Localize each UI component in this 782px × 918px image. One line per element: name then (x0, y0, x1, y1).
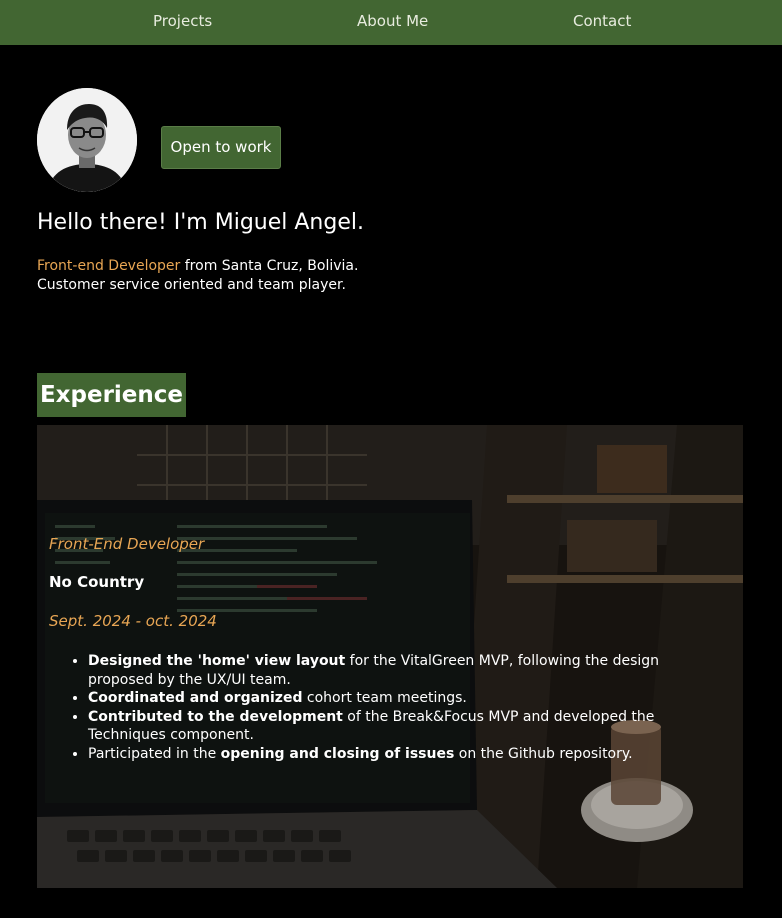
duty-pre: Participated in the (88, 745, 221, 762)
role-text: Front-end Developer (37, 258, 181, 274)
duty-bold: Designed the 'home' view layout (88, 653, 346, 669)
duties-list: Designed the 'home' view layout for the … (88, 652, 688, 763)
intro-text: Front-end Developer from Santa Cruz, Bol… (37, 257, 358, 295)
job-title: Front-End Developer (49, 535, 205, 553)
duty-bold: Coordinated and organized (88, 690, 303, 706)
experience-card: Front-End Developer No Country Sept. 202… (37, 425, 743, 888)
duty-item: Contributed to the development of the Br… (88, 708, 688, 745)
avatar (37, 88, 137, 192)
nav-link-contact[interactable]: Contact (573, 12, 631, 30)
duty-bold: opening and closing of issues (220, 745, 455, 762)
duty-item: Designed the 'home' view layout for the … (88, 652, 688, 689)
location-text: from Santa Cruz, Bolivia. (180, 258, 359, 274)
open-to-work-button[interactable]: Open to work (161, 126, 281, 169)
nav-link-about-me[interactable]: About Me (357, 12, 428, 30)
top-nav: Projects About Me Contact (0, 0, 782, 45)
tagline-text: Customer service oriented and team playe… (37, 277, 346, 293)
job-dates: Sept. 2024 - oct. 2024 (49, 612, 217, 630)
greeting-heading: Hello there! I'm Miguel Angel. (37, 210, 364, 235)
duty-rest: cohort team meetings. (302, 690, 467, 706)
company-name: No Country (49, 573, 145, 591)
duty-rest: on the Github repository. (454, 745, 633, 762)
nav-link-projects[interactable]: Projects (153, 12, 212, 30)
experience-section-title: Experience (37, 373, 186, 417)
duty-bold: Contributed to the development (88, 708, 343, 725)
duty-item: Coordinated and organized cohort team me… (88, 689, 688, 708)
duty-item: Participated in the opening and closing … (88, 745, 688, 764)
